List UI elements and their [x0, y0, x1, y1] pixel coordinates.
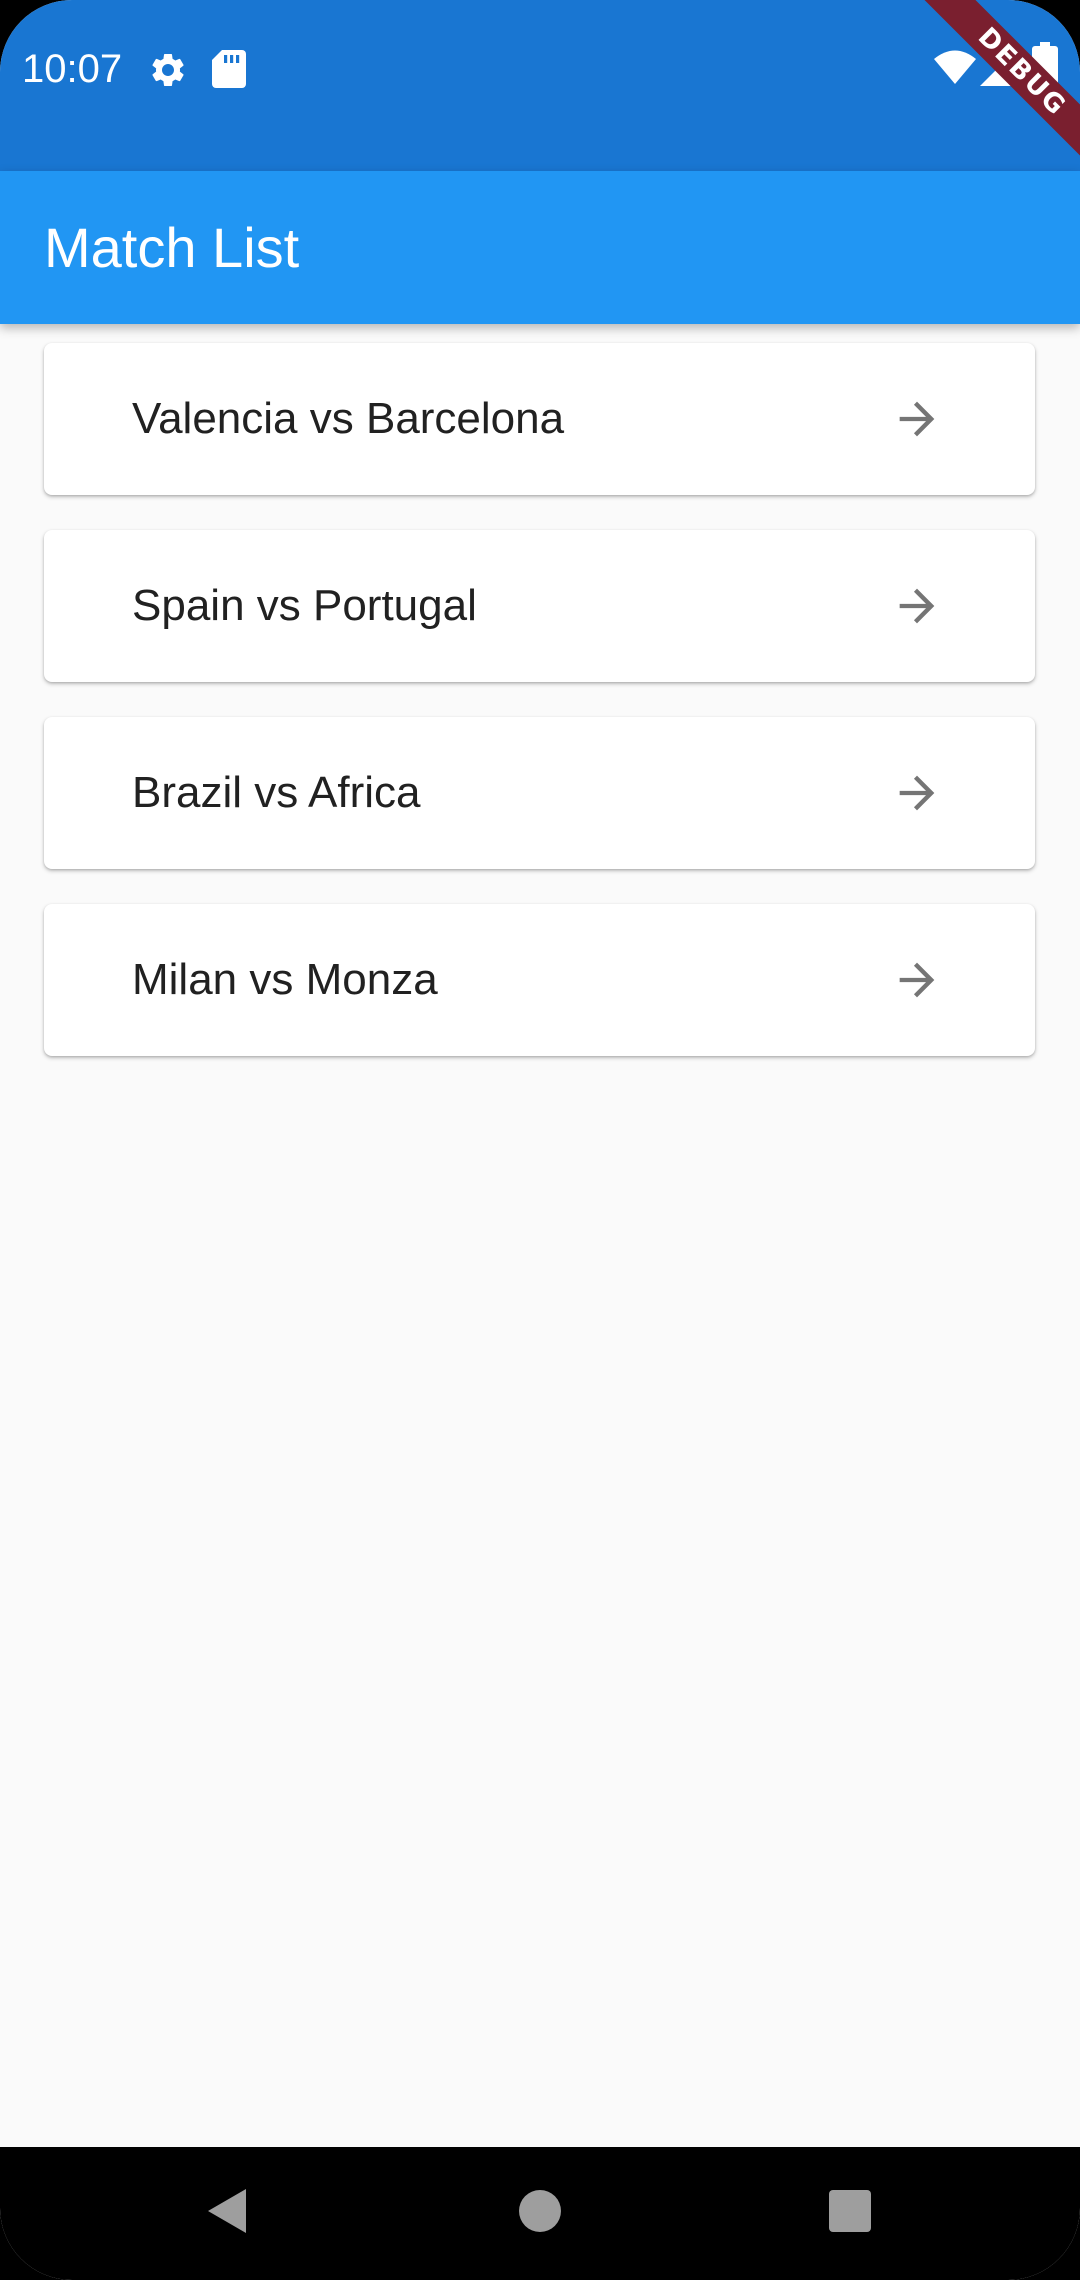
wifi-icon: [934, 50, 976, 84]
status-bar: 10:07: [0, 0, 1080, 171]
arrow-right-icon: [899, 775, 935, 811]
arrow-right-icon: [899, 962, 935, 998]
arrow-right-icon: [899, 401, 935, 437]
home-icon[interactable]: [500, 2171, 580, 2251]
page-title: Match List: [44, 216, 300, 279]
gear-icon: [152, 53, 184, 86]
back-icon[interactable]: [190, 2171, 270, 2251]
match-title: Spain vs Portugal: [132, 581, 477, 630]
status-time: 10:07: [22, 47, 123, 91]
match-title: Valencia vs Barcelona: [132, 394, 565, 443]
system-nav-bar: [0, 2147, 1080, 2280]
sd-card-icon: [212, 50, 246, 88]
recents-icon[interactable]: [810, 2171, 890, 2251]
phone-screen: 10:07 DEBUG Match List Valencia vs Barce…: [0, 0, 1080, 2280]
arrow-right-icon: [899, 588, 935, 624]
match-card-milan-monza[interactable]: Milan vs Monza: [44, 904, 1035, 1056]
match-title: Milan vs Monza: [132, 955, 438, 1004]
match-card-brazil-africa[interactable]: Brazil vs Africa: [44, 717, 1035, 869]
cell-signal-icon: [980, 48, 1018, 86]
match-card-valencia-barcelona[interactable]: Valencia vs Barcelona: [44, 343, 1035, 495]
match-title: Brazil vs Africa: [132, 768, 421, 817]
battery-icon: [1032, 42, 1058, 86]
match-card-spain-portugal[interactable]: Spain vs Portugal: [44, 530, 1035, 682]
app-bar: Match List: [0, 171, 1080, 324]
